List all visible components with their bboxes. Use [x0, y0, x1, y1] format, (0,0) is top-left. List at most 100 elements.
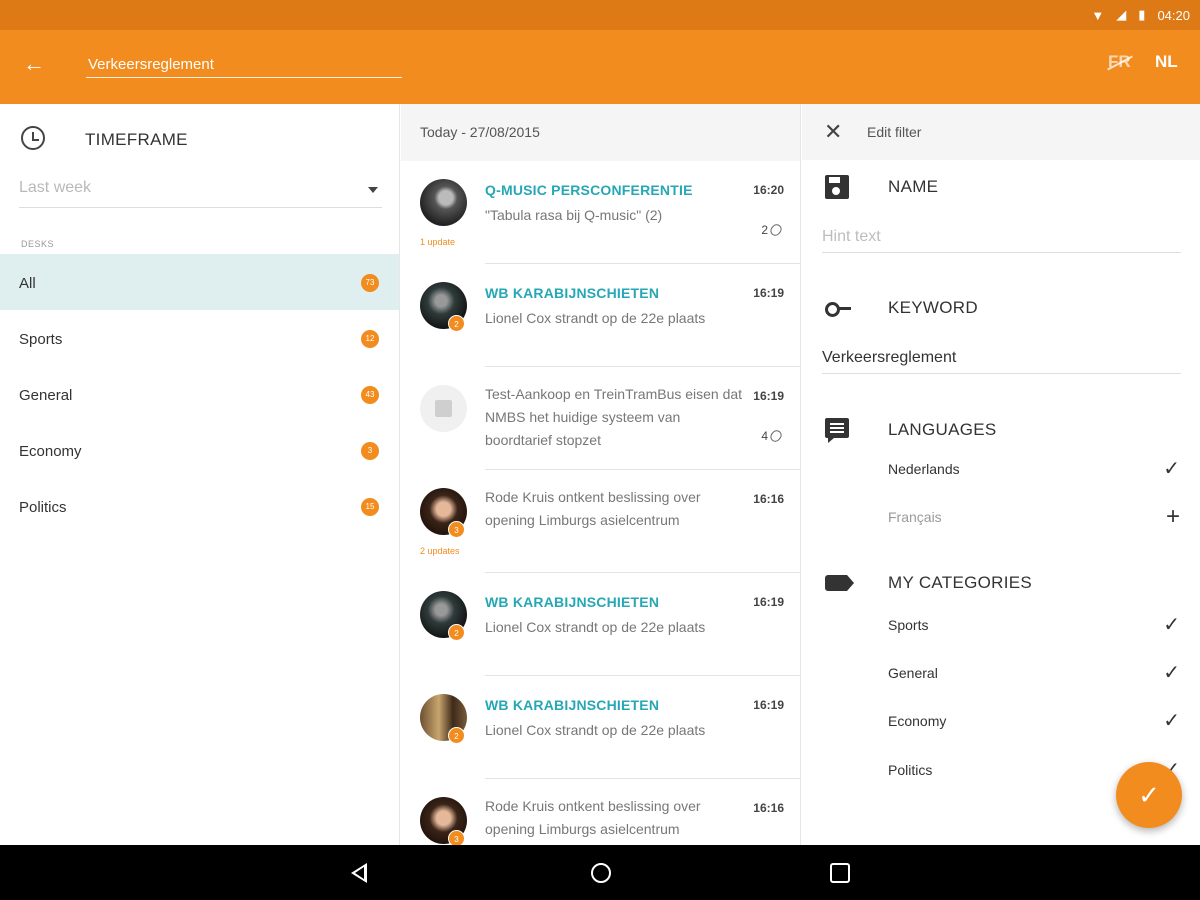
- image-icon: [435, 400, 452, 417]
- news-item[interactable]: 2 WB KARABIJNSCHIETEN Lionel Cox strandt…: [401, 264, 800, 367]
- keyword-section-title: KEYWORD: [888, 298, 978, 317]
- attachment-count-value: 4: [761, 429, 768, 443]
- check-icon: ✓: [1163, 662, 1180, 684]
- avatar-badge: 2: [448, 727, 465, 744]
- plus-icon: +: [1165, 503, 1180, 530]
- confirm-fab-button[interactable]: ✓: [1116, 762, 1182, 828]
- avatar: [420, 179, 467, 226]
- desk-label: Sports: [19, 331, 63, 348]
- desk-label: All: [19, 275, 36, 292]
- system-nav-bar: [0, 845, 1200, 900]
- close-icon[interactable]: ✕: [824, 121, 842, 143]
- nav-recents-icon[interactable]: [830, 863, 850, 883]
- news-time: 16:19: [753, 595, 784, 609]
- check-icon: ✓: [1163, 614, 1180, 636]
- avatar-badge: 2: [448, 624, 465, 641]
- timeframe-select[interactable]: Last week: [19, 176, 382, 208]
- app-bar: ← FR NL: [0, 30, 1200, 104]
- news-item[interactable]: 1 update Q-MUSIC PERSCONFERENTIE "Tabula…: [401, 161, 800, 264]
- attachment-count-value: 2: [761, 223, 768, 237]
- check-icon: ✓: [1138, 780, 1160, 810]
- desks-label: DESKS: [21, 239, 55, 249]
- update-label: 2 updates: [420, 546, 460, 556]
- desk-item-politics[interactable]: Politics 15: [0, 478, 399, 534]
- nav-back-icon[interactable]: [351, 863, 367, 883]
- category-option-economy[interactable]: Economy ✓: [888, 710, 1180, 734]
- news-body: Rode Kruis ontkent beslissing over openi…: [485, 798, 701, 837]
- language-option-francais[interactable]: Français +: [888, 503, 1180, 530]
- desk-label: Economy: [19, 443, 82, 460]
- news-time: 16:19: [753, 389, 784, 403]
- name-field[interactable]: [822, 221, 1181, 253]
- count-badge: 15: [361, 498, 379, 516]
- count-badge: 3: [361, 442, 379, 460]
- check-icon: ✓: [1163, 710, 1180, 732]
- desk-item-all[interactable]: All 73: [0, 254, 399, 310]
- edit-filter-header: ✕ Edit filter: [802, 104, 1200, 160]
- desk-item-sports[interactable]: Sports 12: [0, 310, 399, 366]
- news-body: Rode Kruis ontkent beslissing over openi…: [485, 489, 701, 528]
- news-item[interactable]: 2 WB KARABIJNSCHIETEN Lionel Cox strandt…: [401, 573, 800, 676]
- back-arrow-icon[interactable]: ←: [20, 50, 48, 78]
- left-panel: TIMEFRAME Last week DESKS All 73 Sports …: [0, 104, 400, 845]
- news-item[interactable]: 3 Rode Kruis ontkent beslissing over ope…: [401, 779, 800, 845]
- category-option-general[interactable]: General ✓: [888, 662, 1180, 686]
- timeframe-selected-value: Last week: [19, 179, 92, 196]
- category-option-sports[interactable]: Sports ✓: [888, 614, 1180, 638]
- avatar-badge: 2: [448, 315, 465, 332]
- option-label: Economy: [888, 713, 947, 729]
- keyword-field[interactable]: [822, 342, 1181, 374]
- edit-filter-title: Edit filter: [867, 124, 922, 140]
- languages-section-title: LANGUAGES: [888, 420, 997, 439]
- desk-item-economy[interactable]: Economy 3: [0, 422, 399, 478]
- news-item[interactable]: 3 2 updates Rode Kruis ontkent beslissin…: [401, 470, 800, 573]
- news-title: WB KARABIJNSCHIETEN: [485, 285, 660, 301]
- count-badge: 43: [361, 386, 379, 404]
- language-fr-button[interactable]: FR: [1107, 52, 1133, 72]
- status-time: 04:20: [1157, 7, 1190, 23]
- search-input[interactable]: [86, 52, 402, 78]
- news-time: 16:20: [753, 183, 784, 197]
- desk-label: Politics: [19, 499, 67, 516]
- language-option-nederlands[interactable]: Nederlands ✓: [888, 458, 1180, 482]
- language-nl-button[interactable]: NL: [1155, 52, 1178, 72]
- news-body: Lionel Cox strandt op de 22e plaats: [485, 310, 706, 326]
- save-icon: [825, 175, 849, 199]
- option-label: Français: [888, 509, 942, 525]
- label-icon: [825, 575, 854, 591]
- count-badge: 12: [361, 330, 379, 348]
- battery-icon: ▮: [1138, 7, 1146, 22]
- attachment-count: 4: [761, 428, 784, 444]
- attachment-count: 2: [761, 222, 784, 238]
- signal-icon: ◢: [1116, 7, 1127, 22]
- news-time: 16:16: [753, 492, 784, 506]
- paperclip-icon: [768, 428, 784, 444]
- option-label: General: [888, 665, 938, 681]
- timeframe-header: TIMEFRAME: [0, 118, 400, 158]
- news-item[interactable]: 2 WB KARABIJNSCHIETEN Lionel Cox strandt…: [401, 676, 800, 779]
- update-label: 1 update: [420, 237, 456, 247]
- avatar-placeholder: [420, 385, 467, 432]
- news-title: WB KARABIJNSCHIETEN: [485, 594, 660, 610]
- news-title: Q-MUSIC PERSCONFERENTIE: [485, 182, 693, 198]
- news-body: Lionel Cox strandt op de 22e plaats: [485, 619, 706, 635]
- news-time: 16:19: [753, 698, 784, 712]
- desk-list: All 73 Sports 12 General 43 Economy 3 Po…: [0, 254, 399, 534]
- option-label: Politics: [888, 762, 933, 778]
- languages-icon: [825, 418, 849, 443]
- key-icon: [825, 296, 853, 320]
- status-bar: ▼ ◢ ▮ 04:20: [0, 0, 1200, 30]
- news-title: WB KARABIJNSCHIETEN: [485, 697, 660, 713]
- wifi-icon: ▼: [1091, 7, 1105, 23]
- news-panel: Today - 27/08/2015 1 update Q-MUSIC PERS…: [401, 104, 801, 845]
- desk-item-general[interactable]: General 43: [0, 366, 399, 422]
- timeframe-title: TIMEFRAME: [85, 130, 188, 149]
- edit-filter-panel: ✕ Edit filter NAME KEYWORD LANGUAGES Ned…: [802, 104, 1200, 845]
- news-body: Test-Aankoop en TreinTramBus eisen dat N…: [485, 386, 743, 448]
- categories-section-title: MY CATEGORIES: [888, 573, 1033, 592]
- date-header-label: Today - 27/08/2015: [420, 124, 540, 140]
- news-item[interactable]: Test-Aankoop en TreinTramBus eisen dat N…: [401, 367, 800, 470]
- nav-home-icon[interactable]: [591, 863, 611, 883]
- avatar-badge: 3: [448, 521, 465, 538]
- avatar-badge: 3: [448, 830, 465, 845]
